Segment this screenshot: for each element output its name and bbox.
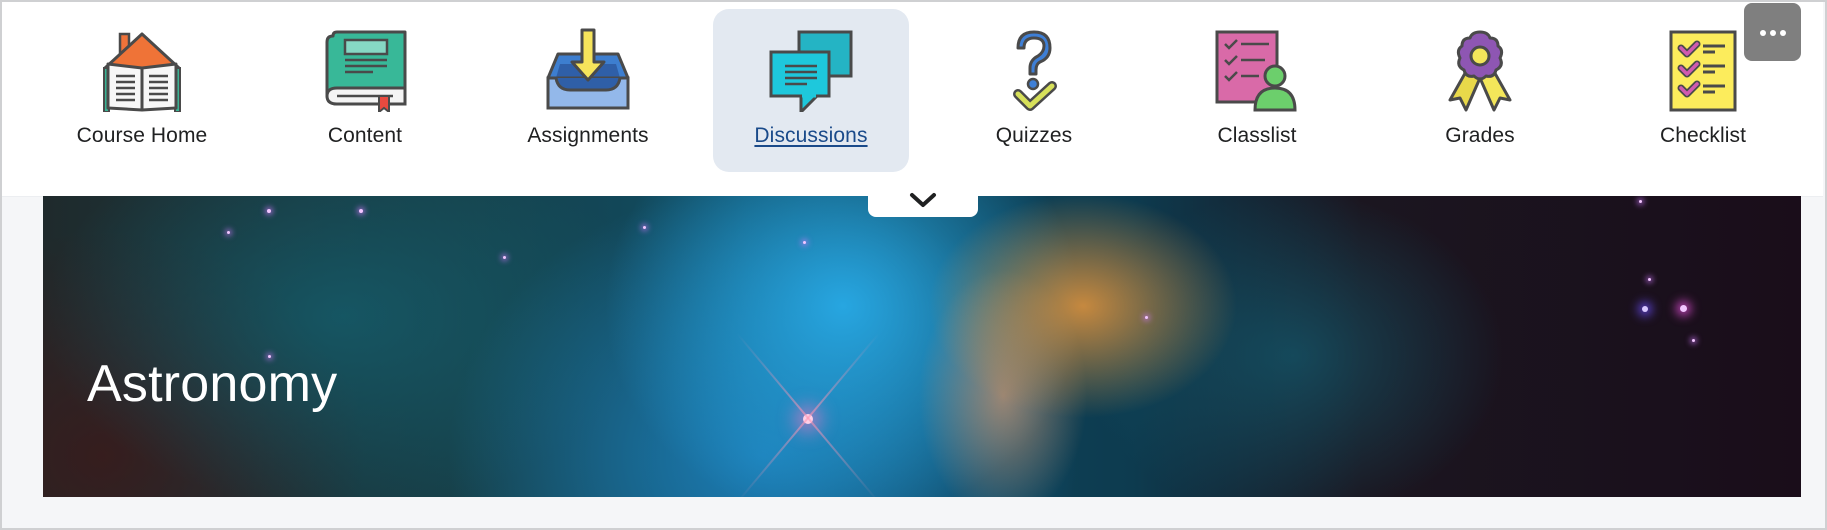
nav-item-assignments[interactable]: Assignments <box>490 9 686 172</box>
more-ellipsis-icon <box>1758 23 1788 41</box>
grades-ribbon-icon <box>1438 28 1522 112</box>
classlist-icon <box>1215 28 1299 112</box>
quizzes-question-icon <box>992 28 1076 112</box>
nav-item-classlist[interactable]: Classlist <box>1159 9 1355 172</box>
nav-item-quizzes[interactable]: Quizzes <box>936 9 1132 172</box>
course-title: Astronomy <box>87 355 338 413</box>
nav-item-discussions[interactable]: Discussions <box>713 9 909 172</box>
nebula-banner-image <box>43 196 1801 497</box>
nav-item-grades[interactable]: Grades <box>1382 9 1578 172</box>
nav-item-course-home[interactable]: Course Home <box>44 9 240 172</box>
nav-label: Grades <box>1445 124 1515 147</box>
nav-label: Assignments <box>527 124 649 147</box>
content-book-icon <box>323 28 407 112</box>
checklist-icon <box>1661 28 1745 112</box>
course-banner: Astronomy <box>43 196 1801 497</box>
nav-label: Content <box>327 124 403 147</box>
more-button[interactable] <box>1744 3 1801 61</box>
discussions-chat-icon <box>769 28 853 112</box>
nav-label: Quizzes <box>995 124 1073 147</box>
nav-label: Discussions <box>754 124 868 147</box>
chevron-down-icon <box>910 193 936 207</box>
nav-item-content[interactable]: Content <box>267 9 463 172</box>
course-home-icon <box>100 28 184 112</box>
assignments-inbox-icon <box>546 28 630 112</box>
nav-label: Checklist <box>1659 124 1747 147</box>
nav-label: Course Home <box>76 124 208 147</box>
expand-nav-button[interactable] <box>868 191 978 217</box>
nav-label: Classlist <box>1217 124 1297 147</box>
course-navbar: Course Home Content Assignments Discussi… <box>2 2 1823 197</box>
